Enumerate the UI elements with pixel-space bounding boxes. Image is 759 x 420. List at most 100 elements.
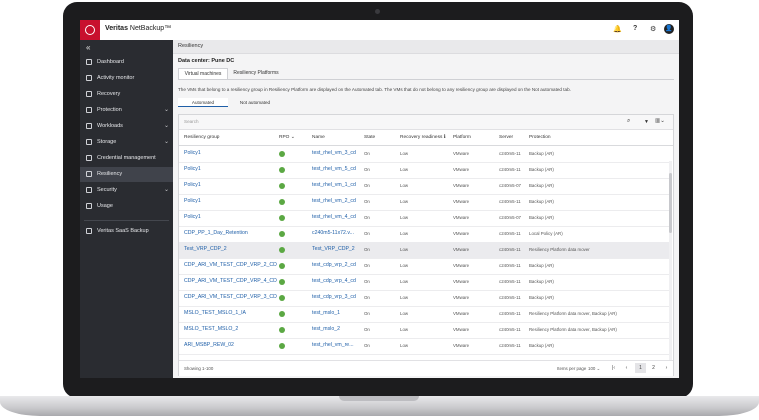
cell-name[interactable]: test_cdp_vrp_4_cd [312, 278, 356, 284]
cell-resiliency-group[interactable]: Policy1 [184, 214, 201, 220]
col-resiliency-group[interactable]: Resiliency group [184, 135, 219, 140]
table-row[interactable]: Policy1 test_rhel_vm_2_cd On Low VMware c240m… [179, 194, 669, 211]
sort-down-icon[interactable]: ⌄ [291, 135, 295, 140]
cell-server: c240m5-11 [499, 295, 521, 300]
cell-resiliency-group[interactable]: MSLO_TEST_MSLO_2 [184, 326, 238, 332]
col-server[interactable]: Server [499, 135, 513, 140]
bell-icon[interactable]: 🔔 [613, 25, 622, 33]
cell-name[interactable]: test_rhel_vm_5_cd [312, 166, 356, 172]
cell-state: On [364, 167, 370, 172]
col-recovery-readiness[interactable]: Recovery readiness ℹ [400, 135, 446, 140]
cell-resiliency-group[interactable]: Policy1 [184, 198, 201, 204]
page-2-button[interactable]: 2 [648, 363, 659, 373]
filter-icon[interactable]: ▼ [644, 119, 649, 125]
cell-recovery-readiness: Low [400, 295, 409, 300]
tab-resiliency-platforms[interactable]: Resiliency Platforms [228, 68, 284, 79]
sidebar-item-saas-backup[interactable]: Veritas SaaS Backup [80, 224, 173, 239]
cell-resiliency-group[interactable]: CDP_ARI_VM_TEST_CDP_VRP_4_CD [184, 278, 277, 284]
cell-name[interactable]: test_rhel_vm_re... [312, 342, 354, 348]
cell-platform: VMware [453, 279, 470, 284]
sidebar-item-dashboard[interactable]: Dashboard [80, 55, 173, 70]
gear-icon[interactable]: ⚙ [650, 25, 656, 33]
tab-virtual-machines[interactable]: Virtual machines [178, 68, 228, 79]
table-row[interactable]: MSLO_TEST_MSLO_1_IA test_mslo_1 On Low VMwar… [179, 306, 669, 323]
cell-server: c240m5-11 [499, 327, 521, 332]
help-icon[interactable]: ? [633, 25, 637, 32]
sidebar-item-resiliency[interactable]: Resiliency [80, 167, 173, 182]
cell-protection: Backup (AR) [529, 215, 554, 220]
table-row[interactable]: Policy1 test_rhel_vm_3_cd On Low VMware c240m… [179, 146, 669, 163]
prev-page-button[interactable]: ‹ [621, 363, 632, 373]
cell-name[interactable]: test_rhel_vm_3_cd [312, 150, 356, 156]
sidebar-item-usage[interactable]: Usage [80, 199, 173, 214]
sidebar-item-credential-management[interactable]: Credential management [80, 151, 173, 166]
cell-server: c240m5-11 [499, 151, 521, 156]
rpo-status-icon [279, 343, 285, 349]
table-row[interactable]: MSLO_TEST_MSLO_2 test_mslo_2 On Low VMware c2… [179, 322, 669, 339]
cell-state: On [364, 263, 370, 268]
table-row[interactable]: Policy1 test_rhel_vm_1_cd On Low VMware c240m… [179, 178, 669, 195]
info-icon[interactable]: ℹ [444, 135, 446, 140]
sidebar-item-workloads[interactable]: Workloads ⌄ [80, 119, 173, 134]
cell-resiliency-group[interactable]: Policy1 [184, 150, 201, 156]
lock-icon [86, 187, 92, 193]
col-state[interactable]: State [364, 135, 375, 140]
cell-name[interactable]: Test_VRP_CDP_2 [312, 246, 355, 252]
cell-resiliency-group[interactable]: Policy1 [184, 182, 201, 188]
cell-resiliency-group[interactable]: ARI_MSBP_REW_02 [184, 342, 234, 348]
table-row[interactable]: CDP_PP_1_Day_Retention c240m5-11x72.v... O… [179, 226, 669, 243]
cell-name[interactable]: test_cdp_vrp_2_cd [312, 262, 356, 268]
segment-not-automated[interactable]: Not automated [230, 98, 280, 107]
cell-name[interactable]: test_rhel_vm_1_cd [312, 182, 356, 188]
search-input[interactable]: Search [184, 119, 199, 124]
sidebar-item-storage[interactable]: Storage ⌄ [80, 135, 173, 150]
cell-platform: VMware [453, 327, 470, 332]
table-row[interactable]: Policy1 test_rhel_vm_5_cd On Low VMware c240m… [179, 162, 669, 179]
table-row[interactable]: CDP_ARI_VM_TEST_CDP_VRP_4_CD test_cdp_vrp… [179, 274, 669, 291]
table-row[interactable]: CDP_ARI_VM_TEST_CDP_VRP_3_CD test_cdp_vrp… [179, 290, 669, 307]
sidebar-item-security[interactable]: Security ⌄ [80, 183, 173, 198]
cell-state: On [364, 343, 370, 348]
cell-resiliency-group[interactable]: Test_VRP_CDP_2 [184, 246, 227, 252]
cell-resiliency-group[interactable]: MSLO_TEST_MSLO_1_IA [184, 310, 246, 316]
cell-name[interactable]: c240m5-11x72.v... [312, 230, 354, 236]
next-page-button[interactable]: › [661, 363, 672, 373]
cell-resiliency-group[interactable]: CDP_ARI_VM_TEST_CDP_VRP_2_CD [184, 262, 277, 268]
segment-automated[interactable]: Automated [178, 98, 228, 107]
sidebar-item-protection[interactable]: Protection ⌄ [80, 103, 173, 118]
col-rpo[interactable]: RPO ⌄ [279, 135, 295, 140]
veritas-logo-icon[interactable] [80, 20, 100, 40]
sidebar-item-recovery[interactable]: Recovery [80, 87, 173, 102]
cell-name[interactable]: test_cdp_vrp_3_cd [312, 294, 356, 300]
cell-server: c240m5-11 [499, 247, 521, 252]
sidebar-item-activity-monitor[interactable]: Activity monitor [80, 71, 173, 86]
items-per-page-select[interactable]: 100 ⌄ [588, 366, 600, 372]
user-avatar-icon[interactable]: 👤 [664, 24, 674, 34]
cell-state: On [364, 231, 370, 236]
page-1-button[interactable]: 1 [635, 363, 646, 373]
col-name[interactable]: Name [312, 135, 325, 140]
cell-name[interactable]: test_mslo_2 [312, 326, 340, 332]
cell-resiliency-group[interactable]: CDP_PP_1_Day_Retention [184, 230, 248, 236]
scrollbar-thumb[interactable] [669, 173, 672, 233]
breadcrumb[interactable]: Resiliency [178, 43, 203, 49]
recovery-icon [86, 91, 92, 97]
table-row[interactable]: CDP_ARI_VM_TEST_CDP_VRP_2_CD test_cdp_vrp… [179, 258, 669, 275]
cell-state: On [364, 183, 370, 188]
cell-name[interactable]: test_mslo_1 [312, 310, 340, 316]
table-row[interactable]: ARI_MSBP_REW_02 test_rhel_vm_re... On Low VM… [179, 338, 669, 355]
search-icon[interactable]: ⌕ [627, 118, 630, 125]
cell-protection: Backup (AR) [529, 199, 554, 204]
table-row[interactable]: Test_VRP_CDP_2 Test_VRP_CDP_2 On Low VMware c… [179, 242, 669, 259]
columns-icon[interactable]: ▥⌄ [655, 118, 665, 124]
cell-name[interactable]: test_rhel_vm_2_cd [312, 198, 356, 204]
col-protection[interactable]: Protection [529, 135, 551, 140]
collapse-sidebar-icon[interactable]: « [86, 43, 90, 52]
cell-resiliency-group[interactable]: CDP_ARI_VM_TEST_CDP_VRP_3_CD [184, 294, 277, 300]
first-page-button[interactable]: |‹ [608, 363, 619, 373]
table-row[interactable]: Policy1 test_rhel_vm_4_cd On Low VMware c240m… [179, 210, 669, 227]
col-platform[interactable]: Platform [453, 135, 471, 140]
cell-resiliency-group[interactable]: Policy1 [184, 166, 201, 172]
cell-name[interactable]: test_rhel_vm_4_cd [312, 214, 356, 220]
cell-platform: VMware [453, 295, 470, 300]
